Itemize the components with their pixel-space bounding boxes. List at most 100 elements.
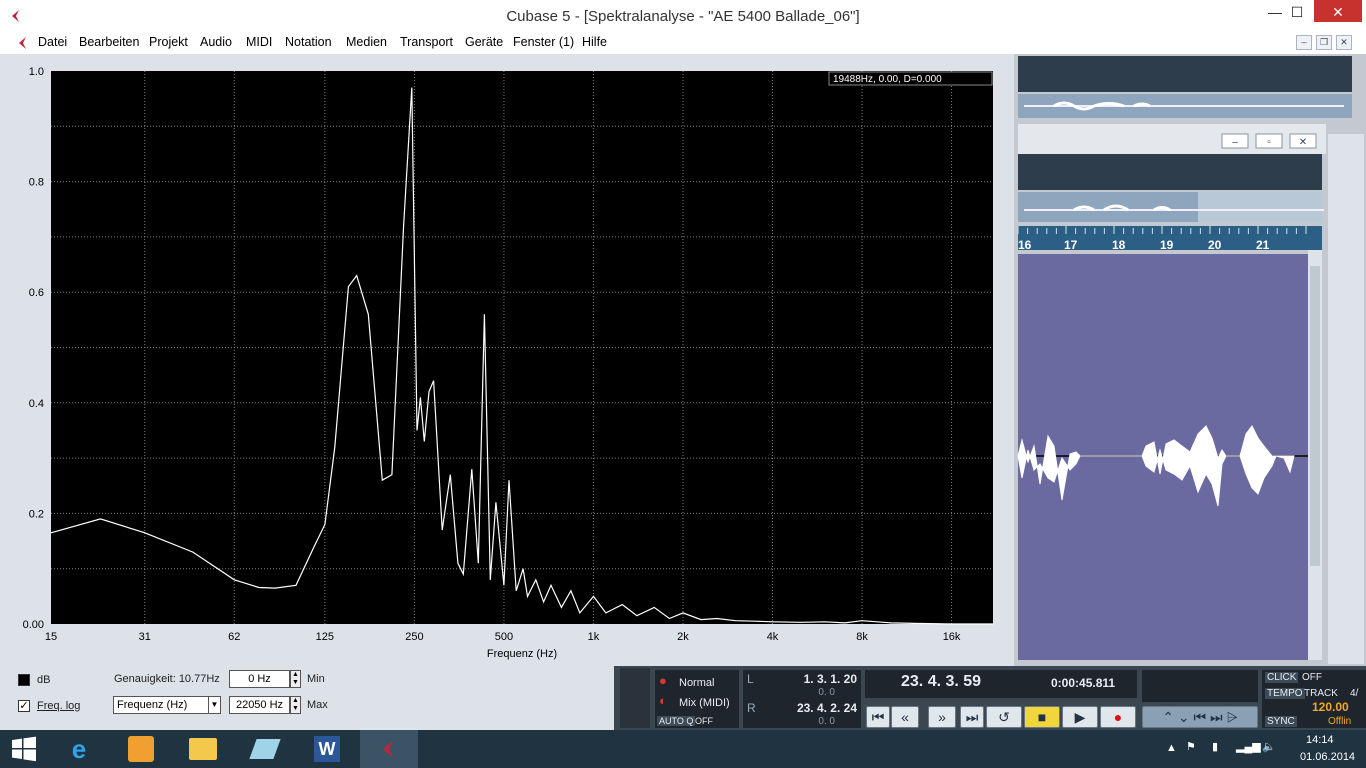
window-title: Cubase 5 - [Spektralanalyse - "AE 5400 B… [506, 8, 860, 25]
left-locator[interactable]: 1. 3. 1. 20 [804, 672, 857, 686]
menu-midi[interactable]: MIDI [246, 35, 272, 49]
menu-datei[interactable]: Datei [38, 35, 67, 49]
skip-back-icon: ⏮ [871, 709, 885, 725]
right-locator[interactable]: 23. 4. 2. 24 [797, 701, 857, 715]
start-button[interactable] [0, 730, 48, 768]
x-unit-select[interactable]: Frequenz (Hz) ▼ [113, 696, 221, 714]
mdi-restore-button[interactable]: ❐ [1316, 35, 1332, 50]
mix-mode-label[interactable]: Mix (MIDI) [679, 697, 730, 709]
menu-medien[interactable]: Medien [346, 35, 387, 49]
taskbar-app-4[interactable] [236, 730, 294, 768]
spectrum-plot[interactable]: 1.0 0.8 0.6 0.4 0.2 0.00 15 31 62 125 250 500 1k 2k 4… [0, 54, 1014, 666]
cycle-button[interactable]: ↺ [986, 706, 1022, 728]
restore-icon: ▫ [1267, 137, 1271, 148]
min-frequency-stepper[interactable]: ▲ ▼ [290, 670, 301, 688]
taskbar-word[interactable]: W [298, 730, 356, 768]
go-to-start-button[interactable]: ⏮ [866, 706, 890, 728]
menu-projekt[interactable]: Projekt [149, 35, 188, 49]
taskbar-internet-explorer[interactable]: e [50, 730, 108, 768]
battery-icon[interactable]: ▮ [1212, 740, 1218, 753]
transport-meter [620, 668, 650, 728]
taskbar-cubase[interactable] [360, 730, 418, 768]
left-locator-offset: 0. 0 [818, 687, 835, 698]
menu-fenster[interactable]: Fenster (1) [513, 35, 574, 49]
taskbar-outlook[interactable] [112, 730, 170, 768]
min-frequency-field[interactable]: 0 Hz [229, 670, 290, 688]
project-overview-bar [1018, 56, 1352, 92]
x-axis-ticks: 15 31 62 125 250 500 1k 2k 4k 8k 16k [45, 631, 961, 643]
stop-icon: ■ [1037, 709, 1047, 725]
word-icon: W [314, 736, 340, 762]
forward-button[interactable]: » [928, 706, 956, 728]
pen-app-icon [249, 739, 281, 759]
analyzer-controls: dB ✓ Freq. log Genauigkeit: 10.77Hz 0 Hz… [0, 666, 614, 728]
menu-bearbeiten[interactable]: Bearbeiten [79, 35, 139, 49]
y-tick-label: 0.4 [29, 398, 44, 410]
sync-label[interactable]: SYNC [1265, 716, 1297, 727]
clock-time[interactable]: 14:14 [1306, 734, 1334, 746]
sample-editor-view: – ▫ ✕ 16 17 18 19 20 21 [1014, 54, 1366, 666]
position-display: 23. 4. 3. 59 0:00:45.811 [865, 670, 1137, 698]
network-icon[interactable]: ▂▄▆ [1236, 740, 1261, 753]
menu-hilfe[interactable]: Hilfe [582, 35, 607, 49]
mdi-close-button[interactable]: ✕ [1336, 35, 1352, 50]
autoq-value[interactable]: OFF [695, 716, 713, 726]
stop-button[interactable]: ■ [1024, 706, 1060, 728]
y-tick-label: 0.00 [23, 619, 44, 631]
menu-notation[interactable]: Notation [285, 35, 332, 49]
close-icon: ✕ [1299, 137, 1307, 148]
bar-position[interactable]: 23. 4. 3. 59 [901, 673, 981, 691]
cursor-readout: 19488Hz, 0.00, D=0.000 [833, 74, 942, 85]
offline-label: Offlin [1328, 716, 1352, 727]
tempo-sync-section: CLICK OFF TEMPO TRACK 4/ 120.00 SYNC Off… [1262, 670, 1366, 728]
record-mode-label[interactable]: Normal [679, 677, 714, 689]
show-hidden-icons[interactable]: ▲ [1166, 742, 1177, 754]
marker-display[interactable] [1142, 670, 1258, 702]
time-position[interactable]: 0:00:45.811 [1051, 676, 1115, 690]
click-label[interactable]: CLICK [1265, 672, 1299, 683]
rewind-button[interactable]: « [891, 706, 919, 728]
project-vertical-scrollbar[interactable] [1328, 134, 1364, 664]
play-button[interactable]: ▶ [1062, 706, 1098, 728]
play-icon: ▶ [1074, 709, 1086, 725]
x-tick-label: 31 [139, 631, 151, 643]
windows-logo-icon [12, 736, 36, 762]
right-locator-icon: R [747, 701, 756, 715]
nudge-buttons[interactable]: ⌃ ⌄ ⏮ ⏭ ⩥ [1142, 706, 1258, 728]
right-locator-offset: 0. 0 [818, 716, 835, 727]
y-tick-label: 0.8 [29, 177, 44, 189]
mdi-minimize-button[interactable]: – [1296, 35, 1312, 50]
menu-transport[interactable]: Transport [400, 35, 453, 49]
nudge-icon: ⌃ ⌄ ⏮ ⏭ ⩥ [1162, 709, 1238, 725]
menu-geraete[interactable]: Geräte [465, 35, 503, 49]
x-tick-label: 15 [45, 631, 57, 643]
ruler-16: 16 [1018, 238, 1032, 252]
clock-date[interactable]: 01.06.2014 [1300, 751, 1355, 763]
db-checkbox[interactable] [18, 674, 30, 686]
volume-icon[interactable]: 🔈 [1262, 740, 1276, 753]
cubase-menu-logo-icon[interactable] [16, 36, 30, 50]
go-to-end-button[interactable]: ⏭ [960, 706, 984, 728]
chevron-down-icon: ▼ [208, 697, 220, 713]
freq-log-checkbox[interactable]: ✓ [18, 700, 30, 712]
tempo-label[interactable]: TEMPO [1265, 688, 1305, 699]
x-tick-label: 1k [588, 631, 600, 643]
max-frequency-field[interactable]: 22050 Hz [229, 696, 290, 714]
freq-log-label: Freq. log [37, 700, 81, 712]
taskbar-explorer[interactable] [174, 730, 232, 768]
max-frequency-stepper[interactable]: ▲ ▼ [290, 696, 301, 714]
x-tick-label: 2k [677, 631, 689, 643]
y-tick-label: 1.0 [29, 66, 44, 78]
x-tick-label: 125 [316, 631, 334, 643]
record-button[interactable]: ● [1100, 706, 1136, 728]
max-label: Max [307, 699, 328, 711]
x-tick-label: 16k [943, 631, 961, 643]
ruler-17: 17 [1064, 238, 1078, 252]
flag-icon[interactable]: ⚑ [1186, 740, 1196, 753]
menu-audio[interactable]: Audio [200, 35, 232, 49]
y-axis-ticks: 1.0 0.8 0.6 0.4 0.2 0.00 [23, 66, 44, 631]
cubase-taskbar-icon [383, 740, 394, 758]
x-unit-value: Frequenz (Hz) [117, 699, 188, 711]
close-button[interactable]: ✕ [1314, 0, 1362, 22]
maximize-button[interactable]: ☐ [1280, 0, 1314, 24]
